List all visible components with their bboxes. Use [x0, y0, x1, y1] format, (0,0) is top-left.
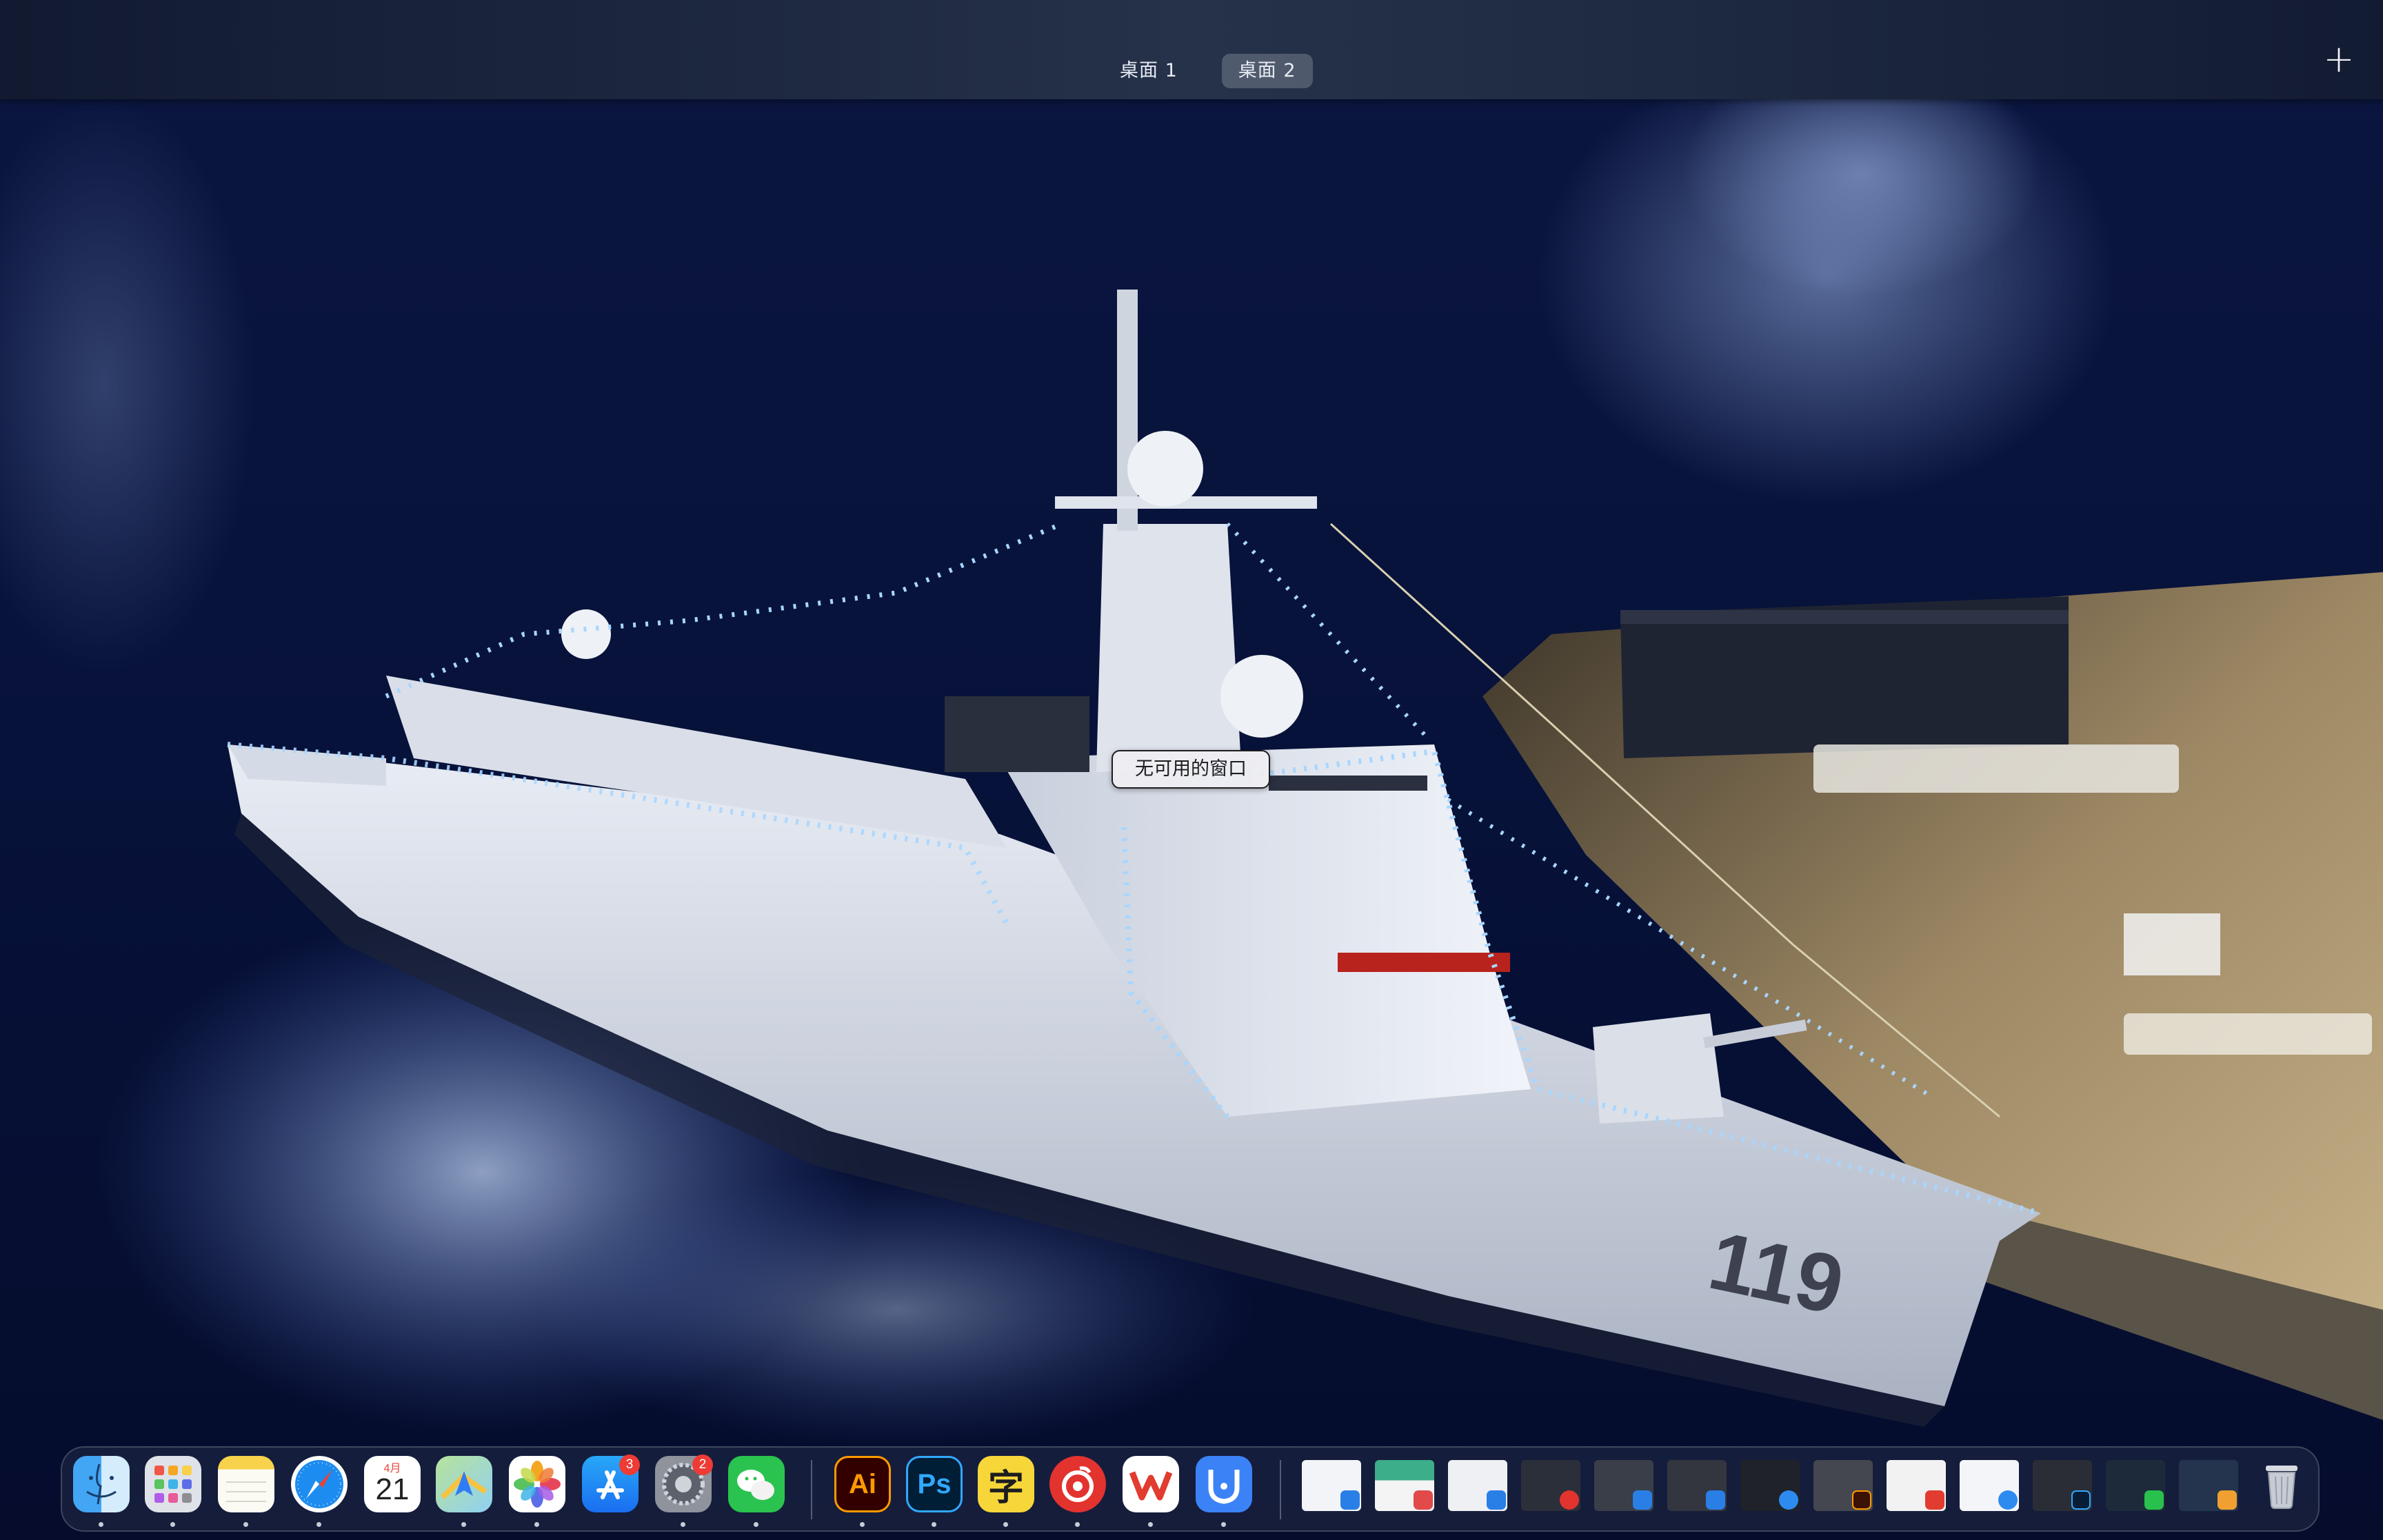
- wps-icon: [1129, 1471, 1173, 1501]
- dock-wechat[interactable]: [728, 1456, 785, 1512]
- minimized-window-7[interactable]: [1740, 1460, 1800, 1511]
- running-indicator: [461, 1522, 466, 1527]
- dock-app-store[interactable]: 3: [582, 1455, 640, 1512]
- minimized-window-6[interactable]: [1667, 1460, 1727, 1511]
- dock-trash[interactable]: [2253, 1456, 2310, 1512]
- minimized-window-12[interactable]: [2106, 1460, 2165, 1511]
- shield-app-icon: [1208, 1470, 1240, 1504]
- dock-maps[interactable]: [436, 1456, 492, 1512]
- calendar-day: 21: [375, 1472, 410, 1506]
- spaces-list: 桌面 1 桌面 2: [1103, 54, 1313, 88]
- dock-calendar[interactable]: 4月 21: [364, 1456, 421, 1512]
- running-indicator: [860, 1522, 865, 1527]
- space-desktop-2[interactable]: 桌面 2: [1221, 54, 1313, 88]
- dock-subtitle-app[interactable]: 字: [978, 1456, 1034, 1512]
- photos-icon: [514, 1461, 561, 1508]
- illustrator-icon: [1852, 1490, 1871, 1510]
- minimized-window-10[interactable]: [1960, 1460, 2019, 1511]
- illustrator-icon: Ai: [849, 1468, 876, 1499]
- running-indicator: [316, 1522, 321, 1527]
- finder-icon: [1487, 1490, 1506, 1510]
- minimized-window-8[interactable]: [1813, 1460, 1873, 1511]
- running-indicator: [534, 1522, 539, 1527]
- zi-icon: 字: [987, 1467, 1024, 1509]
- safari-icon: [1998, 1490, 2018, 1510]
- running-indicator: [1148, 1522, 1153, 1527]
- dock-illustrator[interactable]: Ai: [834, 1456, 891, 1512]
- running-indicator: [243, 1522, 248, 1527]
- trash-icon: [2266, 1466, 2297, 1509]
- wechat-icon: [737, 1470, 774, 1500]
- dock-wps[interactable]: [1123, 1456, 1179, 1512]
- minimized-window-3[interactable]: [1448, 1460, 1507, 1511]
- dock-separator: [811, 1460, 812, 1519]
- notes-icon: [1414, 1490, 1433, 1510]
- minimized-window-5[interactable]: [1594, 1460, 1653, 1511]
- add-space-button[interactable]: +: [2320, 40, 2358, 79]
- dock-utility-app[interactable]: [1196, 1456, 1252, 1512]
- space-desktop-1[interactable]: 桌面 1: [1103, 54, 1194, 88]
- photos-icon: [2218, 1490, 2237, 1510]
- dock-finder[interactable]: [73, 1456, 130, 1512]
- minimized-window-4[interactable]: [1521, 1460, 1580, 1511]
- dock-photos[interactable]: [509, 1456, 565, 1512]
- photoshop-icon: [2071, 1490, 2091, 1510]
- photoshop-icon: Ps: [917, 1468, 952, 1499]
- wps-icon: [1925, 1490, 1944, 1510]
- running-indicator: [1003, 1522, 1008, 1527]
- dock-system-settings[interactable]: 2: [655, 1455, 713, 1512]
- dock-netease-music[interactable]: [1049, 1456, 1106, 1512]
- running-indicator: [932, 1522, 936, 1527]
- launchpad-icon: [154, 1466, 192, 1503]
- safari-icon: [295, 1460, 343, 1508]
- minimized-window-2[interactable]: [1375, 1460, 1434, 1511]
- safari-icon: [1779, 1490, 1798, 1510]
- dock-photoshop[interactable]: Ps: [906, 1456, 963, 1512]
- running-indicator: [754, 1522, 758, 1527]
- finder-icon: [1340, 1490, 1360, 1510]
- netease-music-icon: [1560, 1490, 1579, 1510]
- running-indicator: [170, 1522, 175, 1527]
- running-indicator: [681, 1522, 685, 1527]
- dock-launchpad[interactable]: [145, 1456, 201, 1512]
- finder-icon: [1706, 1490, 1725, 1510]
- dock-safari[interactable]: [291, 1456, 348, 1512]
- running-indicator: [1221, 1522, 1226, 1527]
- running-indicator: [1075, 1522, 1080, 1527]
- dock-separator: [1280, 1460, 1281, 1519]
- maps-icon: [441, 1471, 487, 1499]
- minimized-window-9[interactable]: [1887, 1460, 1946, 1511]
- minimized-window-1[interactable]: [1302, 1460, 1361, 1511]
- minimized-window-11[interactable]: [2033, 1460, 2092, 1511]
- finder-icon: [86, 1463, 117, 1505]
- finder-icon: [1633, 1490, 1652, 1510]
- wechat-icon: [2144, 1490, 2164, 1510]
- running-indicator: [99, 1522, 103, 1527]
- mission-control-spaces-bar: 桌面 1 桌面 2 +: [0, 0, 2383, 99]
- netease-music-icon: [1062, 1466, 1094, 1502]
- minimized-window-13[interactable]: [2179, 1460, 2238, 1511]
- notes-icon: [226, 1481, 266, 1502]
- app-store-badge: 3: [619, 1455, 640, 1475]
- dock-notes[interactable]: [218, 1456, 274, 1512]
- system-settings-badge: 2: [692, 1455, 713, 1475]
- no-available-windows-label: 无可用的窗口: [1112, 750, 1270, 789]
